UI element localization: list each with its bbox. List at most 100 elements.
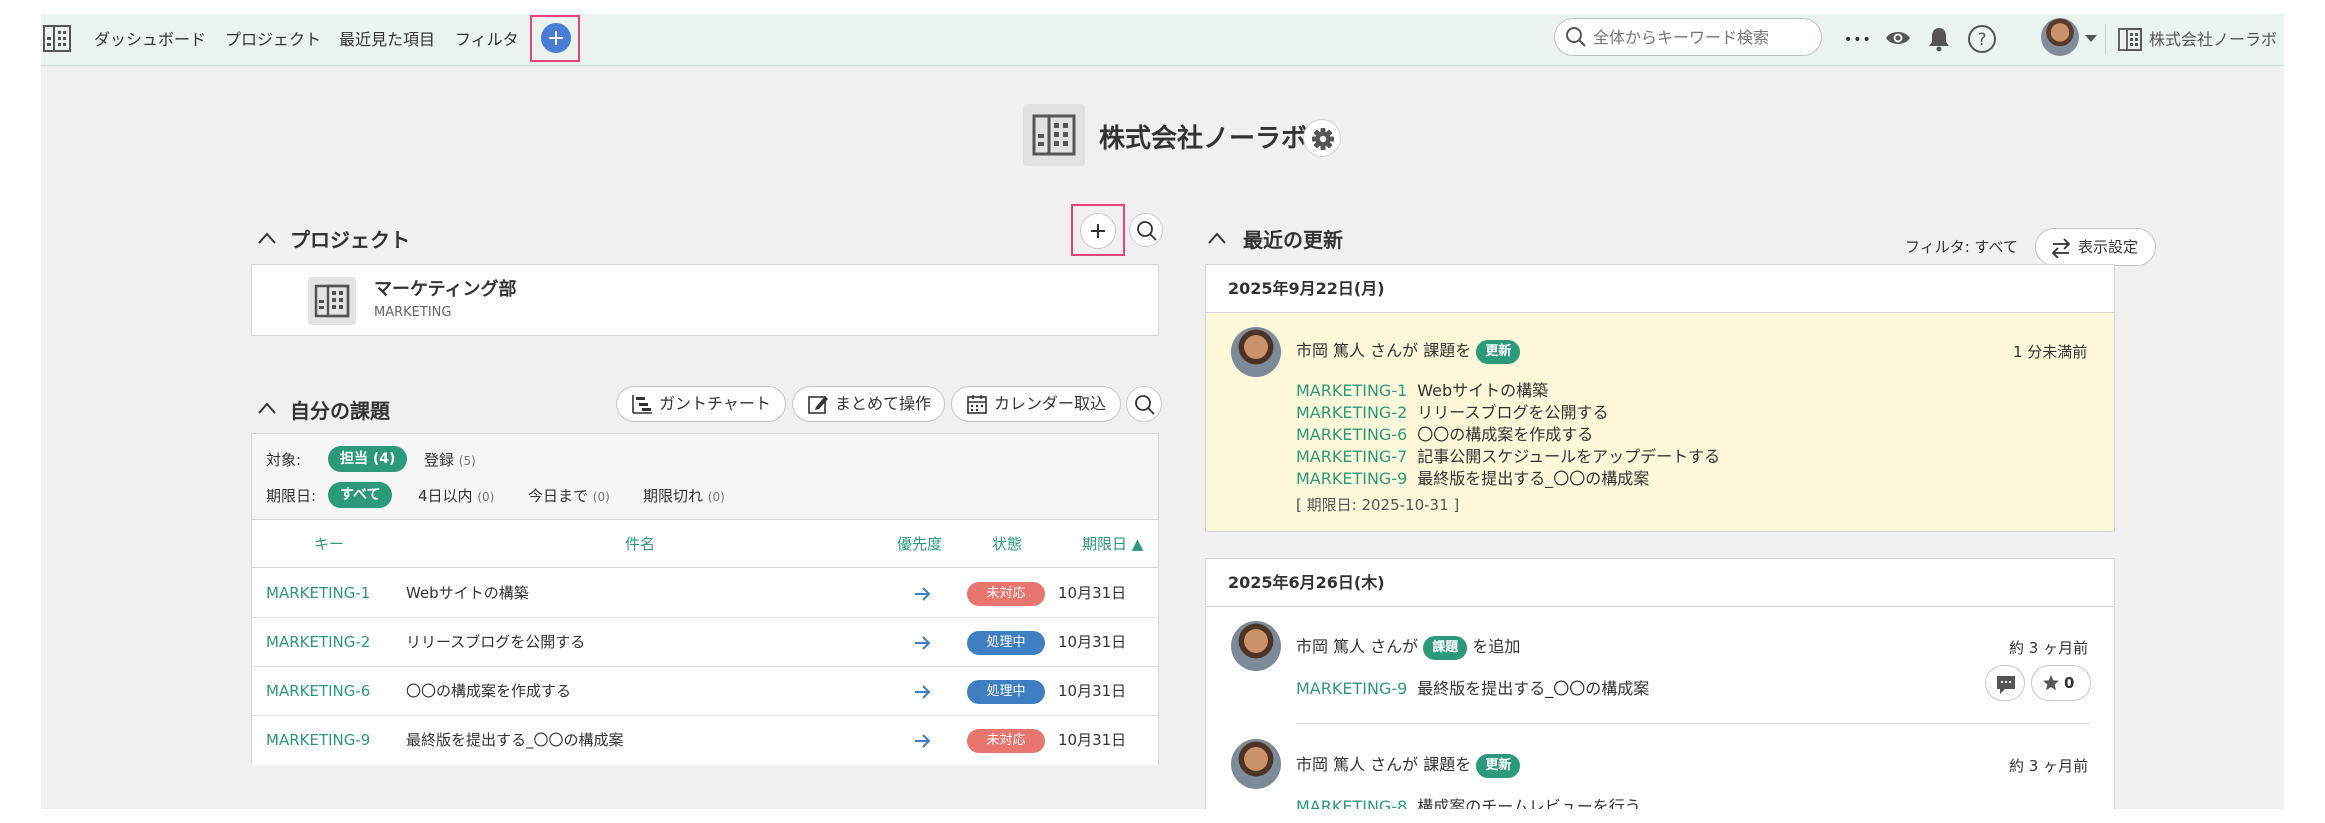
organization-settings-button[interactable]	[1303, 119, 1341, 157]
activity-user[interactable]: 市岡 篤人 さんが 課題を	[1296, 341, 1471, 360]
issue-title[interactable]: リリースブログを公開する	[1417, 403, 1608, 422]
activity-issue[interactable]: MARKETING-6 〇〇の構成案を作成する	[1296, 421, 1593, 445]
search-projects-button[interactable]	[1129, 213, 1163, 247]
filter-overdue[interactable]: 期限切れ (0)	[643, 485, 725, 506]
filter-within-4-days[interactable]: 4日以内 (0)	[418, 485, 494, 506]
avatar[interactable]	[1231, 621, 1281, 671]
issue-title[interactable]: 〇〇の構成案を作成する	[1417, 425, 1593, 444]
collapse-chevron-icon[interactable]	[257, 401, 277, 415]
display-settings-button[interactable]: 表示設定	[2035, 228, 2156, 266]
collapse-chevron-icon[interactable]	[1207, 231, 1227, 245]
priority-normal-arrow-icon	[915, 685, 931, 699]
activity-issue[interactable]: MARKETING-9 最終版を提出する_〇〇の構成案	[1296, 465, 1649, 489]
calendar-import-button[interactable]: カレンダー取込	[951, 386, 1121, 422]
avatar[interactable]	[1231, 327, 1281, 377]
issue-title[interactable]: 最終版を提出する_〇〇の構成案	[1417, 469, 1649, 488]
activity-issue[interactable]: MARKETING-9 最終版を提出する_〇〇の構成案	[1296, 675, 1649, 699]
notification-bell-icon[interactable]	[1927, 26, 1951, 52]
task-key[interactable]: MARKETING-1	[266, 569, 370, 618]
issue-title[interactable]: 記事公開スケジュールをアップデートする	[1417, 447, 1720, 466]
update-badge: 更新	[1476, 753, 1521, 778]
column-status[interactable]: 状態	[992, 520, 1022, 568]
activity-issue[interactable]: MARKETING-7 記事公開スケジュールをアップデートする	[1296, 443, 1720, 467]
issue-title[interactable]: Webサイトの構築	[1417, 381, 1548, 400]
activity-issue[interactable]: MARKETING-2 リリースブログを公開する	[1296, 399, 1608, 423]
task-key[interactable]: MARKETING-9	[266, 716, 370, 765]
organization-icon[interactable]	[2117, 26, 2143, 52]
search-icon	[1137, 221, 1157, 241]
add-project-button[interactable]	[1080, 213, 1116, 249]
task-subject[interactable]: リリースブログを公開する	[406, 618, 585, 667]
nav-filters[interactable]: フィルタ	[455, 14, 519, 66]
organization-logo-icon[interactable]	[41, 22, 73, 54]
issue-key[interactable]: MARKETING-8	[1296, 797, 1407, 809]
issue-key[interactable]: MARKETING-9	[1296, 469, 1407, 488]
nav-dashboard[interactable]: ダッシュボード	[94, 14, 206, 66]
search-input[interactable]	[1593, 25, 1813, 49]
projects-title: プロジェクト	[290, 228, 410, 252]
filter-until-today-label: 今日まで	[528, 487, 589, 505]
task-subject[interactable]: 最終版を提出する_〇〇の構成案	[406, 716, 624, 765]
table-row[interactable]: MARKETING-9 最終版を提出する_〇〇の構成案 未対応 10月31日	[252, 716, 1158, 765]
project-name[interactable]: マーケティング部	[374, 275, 517, 301]
more-icon[interactable]: •••	[1844, 14, 1872, 66]
activity-time: 1 分未満前	[2013, 343, 2088, 361]
filter-registered[interactable]: 登録 (5)	[424, 449, 476, 470]
gantt-chart-button[interactable]: ガントチャート	[616, 386, 786, 422]
watch-eye-icon[interactable]	[1885, 27, 1911, 49]
task-key[interactable]: MARKETING-2	[266, 618, 370, 667]
nav-projects[interactable]: プロジェクト	[225, 14, 321, 66]
column-priority[interactable]: 優先度	[897, 520, 942, 568]
filter-until-today[interactable]: 今日まで (0)	[528, 485, 610, 506]
column-key[interactable]: キー	[314, 520, 344, 568]
avatar[interactable]	[1231, 739, 1281, 789]
activity-user[interactable]: 市岡 篤人 さんが 課題を	[1296, 755, 1471, 774]
add-plus-icon[interactable]	[541, 23, 571, 53]
filter-all-chip[interactable]: すべて	[328, 482, 393, 508]
star-button[interactable]: 0	[2031, 665, 2091, 701]
issue-key[interactable]: MARKETING-6	[1296, 425, 1407, 444]
issue-key[interactable]: MARKETING-2	[1296, 403, 1407, 422]
task-subject[interactable]: 〇〇の構成案を作成する	[406, 667, 571, 716]
user-avatar[interactable]	[2041, 18, 2079, 56]
task-table-header: キー 件名 優先度 状態 期限日 ▲	[252, 520, 1158, 568]
issue-title[interactable]: 最終版を提出する_〇〇の構成案	[1417, 679, 1649, 698]
task-key[interactable]: MARKETING-6	[266, 667, 370, 716]
project-card[interactable]: マーケティング部 MARKETING	[251, 264, 1159, 336]
status-badge: 未対応	[967, 729, 1045, 753]
priority-normal-arrow-icon	[915, 734, 931, 748]
issue-key[interactable]: MARKETING-1	[1296, 381, 1407, 400]
issue-key[interactable]: MARKETING-7	[1296, 447, 1407, 466]
issue-key[interactable]: MARKETING-9	[1296, 679, 1407, 698]
organization-switcher[interactable]: 株式会社ノーラボ	[2149, 14, 2277, 66]
bulk-edit-button[interactable]: まとめて操作	[792, 386, 945, 422]
collapse-chevron-icon[interactable]	[257, 231, 277, 245]
table-row[interactable]: MARKETING-6 〇〇の構成案を作成する 処理中 10月31日	[252, 667, 1158, 716]
target-label: 対象:	[266, 451, 302, 469]
star-icon	[2043, 675, 2059, 691]
calendar-import-label: カレンダー取込	[994, 394, 1107, 413]
nav-recently-viewed[interactable]: 最近見た項目	[339, 14, 435, 66]
issue-title[interactable]: 構成案のチームレビューを行う	[1417, 797, 1641, 809]
comment-button[interactable]	[1985, 665, 2025, 701]
activity-issue[interactable]: MARKETING-8 構成案のチームレビューを行う	[1296, 793, 1641, 809]
table-row[interactable]: MARKETING-1 Webサイトの構築 未対応 10月31日	[252, 569, 1158, 618]
activity-suffix: を追加	[1472, 637, 1521, 656]
filter-until-today-count: (0)	[592, 490, 610, 504]
task-subject[interactable]: Webサイトの構築	[406, 569, 529, 618]
column-due-date[interactable]: 期限日 ▲	[1082, 520, 1143, 568]
column-subject[interactable]: 件名	[625, 520, 655, 568]
help-question-icon[interactable]: ?	[1967, 24, 1997, 54]
activity-title: 市岡 篤人 さんが 課題 を追加	[1296, 633, 1520, 660]
activity-issue[interactable]: MARKETING-1 Webサイトの構築	[1296, 377, 1548, 401]
table-row[interactable]: MARKETING-2 リリースブログを公開する 処理中 10月31日	[252, 618, 1158, 667]
filter-assigned-chip[interactable]: 担当 (4)	[328, 446, 408, 472]
activity-filter[interactable]: フィルタ: すべて	[1905, 236, 2018, 257]
svg-text:?: ?	[1977, 30, 1986, 50]
bulk-edit-icon	[808, 396, 828, 414]
chevron-down-icon[interactable]	[2084, 34, 2098, 44]
global-search[interactable]	[1554, 18, 1822, 56]
filter-within-4-days-label: 4日以内	[418, 487, 473, 505]
search-tasks-button[interactable]	[1126, 386, 1162, 422]
activity-user[interactable]: 市岡 篤人 さんが	[1296, 637, 1418, 656]
